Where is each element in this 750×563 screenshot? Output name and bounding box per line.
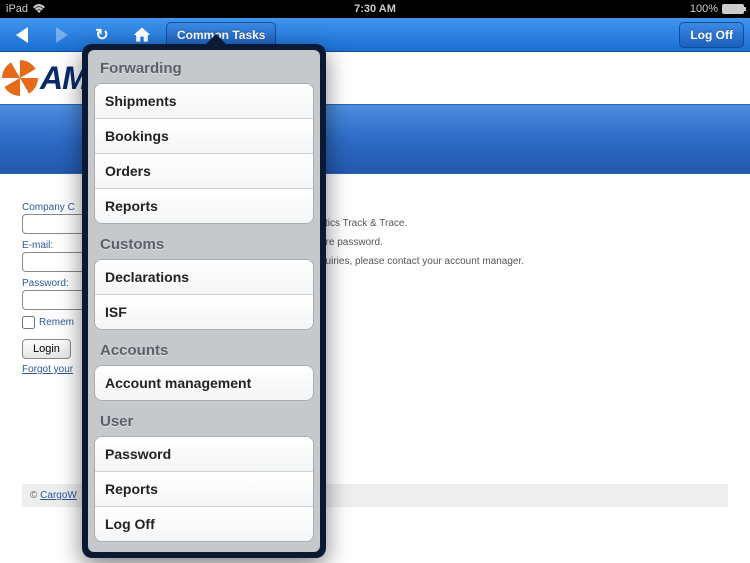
forward-icon <box>56 27 68 43</box>
back-icon <box>16 27 28 43</box>
menu-item[interactable]: Account management <box>95 366 313 400</box>
menu-group: PasswordReportsLog Off <box>94 436 314 542</box>
common-tasks-popover: ForwardingShipmentsBookingsOrdersReports… <box>82 44 326 558</box>
menu-section-header: Customs <box>94 226 314 259</box>
device-label: iPad <box>6 3 28 15</box>
battery-percent: 100% <box>690 3 718 15</box>
menu-item[interactable]: Reports <box>95 472 313 507</box>
login-button[interactable]: Login <box>22 339 71 359</box>
menu-group: DeclarationsISF <box>94 259 314 330</box>
menu-item[interactable]: Shipments <box>95 84 313 119</box>
logo-swirl-icon <box>2 60 38 96</box>
menu-item[interactable]: Log Off <box>95 507 313 541</box>
reload-icon: ↻ <box>95 25 108 45</box>
menu-section-header: Forwarding <box>94 56 314 83</box>
wifi-icon <box>32 4 46 14</box>
welcome-line: stics Track & Trace. <box>320 214 524 233</box>
welcome-text: stics Track & Trace. ure password. quiri… <box>320 214 524 271</box>
forgot-link[interactable]: Forgot your <box>22 364 73 375</box>
menu-item[interactable]: Declarations <box>95 260 313 295</box>
remember-label: Remem <box>39 317 74 328</box>
footer-link[interactable]: CargoW <box>40 490 77 501</box>
menu-section-header: User <box>94 403 314 436</box>
forward-button[interactable] <box>46 22 78 48</box>
menu-item[interactable]: Password <box>95 437 313 472</box>
footer-copy: © <box>30 490 40 501</box>
menu-group: ShipmentsBookingsOrdersReports <box>94 83 314 224</box>
home-icon <box>132 25 152 45</box>
menu-section-header: Accounts <box>94 332 314 365</box>
log-off-button[interactable]: Log Off <box>679 22 744 48</box>
battery-icon <box>722 4 744 14</box>
welcome-line: ure password. <box>320 233 524 252</box>
welcome-line: quiries, please contact your account man… <box>320 252 524 271</box>
logo-text: AM <box>40 60 88 97</box>
menu-item[interactable]: Orders <box>95 154 313 189</box>
remember-checkbox[interactable] <box>22 316 35 329</box>
menu-item[interactable]: Bookings <box>95 119 313 154</box>
status-bar: iPad 7:30 AM 100% <box>0 0 750 18</box>
clock: 7:30 AM <box>354 3 396 15</box>
menu-item[interactable]: ISF <box>95 295 313 329</box>
menu-item[interactable]: Reports <box>95 189 313 223</box>
back-button[interactable] <box>6 22 38 48</box>
menu-group: Account management <box>94 365 314 401</box>
